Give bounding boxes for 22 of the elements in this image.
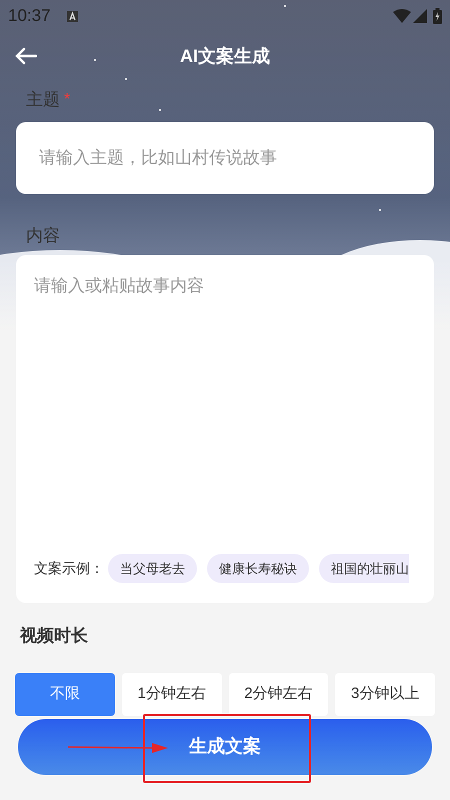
examples-label: 文案示例：: [34, 559, 104, 578]
signal-icon: [413, 9, 427, 23]
example-chip[interactable]: 祖国的壮丽山: [319, 554, 409, 583]
example-chip[interactable]: 健康长寿秘诀: [207, 554, 309, 583]
duration-option[interactable]: 1分钟左右: [122, 672, 222, 716]
status-time: 10:37: [8, 5, 51, 28]
example-chip[interactable]: 当父母老去: [108, 554, 197, 583]
battery-icon: [433, 8, 442, 24]
generate-button[interactable]: 生成文案: [18, 718, 432, 774]
duration-option[interactable]: 不限: [15, 672, 115, 716]
content-field[interactable]: 请输入或粘贴故事内容 文案示例： 当父母老去 健康长寿秘诀 祖国的壮丽山: [16, 255, 434, 603]
field-label: 内容: [26, 225, 60, 247]
text-input[interactable]: 请输入或粘贴故事内容: [34, 273, 416, 554]
duration-option[interactable]: 3分钟以上: [335, 672, 435, 716]
wifi-icon: [393, 9, 411, 23]
topic-field[interactable]: 请输入主题，比如山村传说故事: [16, 122, 434, 194]
field-label: 主题: [26, 89, 60, 112]
required-mark: *: [64, 90, 70, 110]
back-icon[interactable]: [15, 47, 37, 65]
duration-option[interactable]: 2分钟左右: [228, 672, 328, 716]
section-label: 视频时长: [20, 625, 88, 647]
page-title: AI文案生成: [180, 44, 270, 68]
